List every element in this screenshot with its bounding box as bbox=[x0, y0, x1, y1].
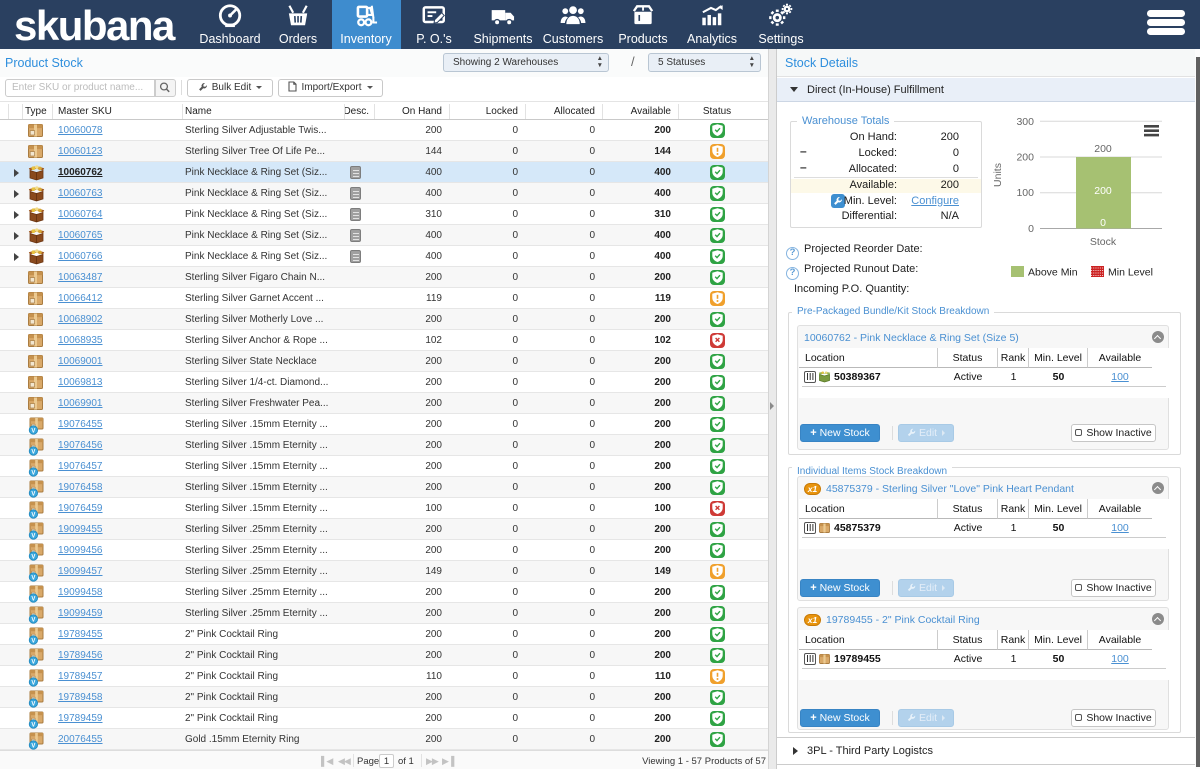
svg-text:0: 0 bbox=[1028, 223, 1034, 235]
svg-text:V: V bbox=[31, 513, 35, 519]
svg-text:V: V bbox=[31, 702, 35, 708]
svg-text:Min Level: Min Level bbox=[1108, 267, 1153, 279]
svg-text:V: V bbox=[31, 534, 35, 540]
svg-text:0: 0 bbox=[1100, 217, 1106, 229]
svg-text:V: V bbox=[31, 660, 35, 666]
svg-text:V: V bbox=[31, 681, 35, 687]
svg-text:V: V bbox=[31, 744, 35, 750]
svg-text:V: V bbox=[31, 597, 35, 603]
svg-text:200: 200 bbox=[1094, 185, 1112, 197]
svg-text:100: 100 bbox=[1016, 187, 1034, 199]
svg-text:Above Min: Above Min bbox=[1028, 267, 1078, 279]
svg-text:V: V bbox=[31, 450, 35, 456]
svg-text:V: V bbox=[31, 723, 35, 729]
svg-text:V: V bbox=[31, 576, 35, 582]
svg-text:200: 200 bbox=[1094, 143, 1112, 155]
svg-text:V: V bbox=[31, 471, 35, 477]
svg-text:V: V bbox=[31, 429, 35, 435]
svg-text:200: 200 bbox=[1016, 152, 1034, 164]
svg-text:V: V bbox=[31, 618, 35, 624]
svg-text:Units: Units bbox=[992, 163, 1004, 187]
svg-text:V: V bbox=[31, 639, 35, 645]
svg-text:Stock: Stock bbox=[1090, 236, 1117, 248]
svg-text:V: V bbox=[31, 555, 35, 561]
svg-text:V: V bbox=[31, 492, 35, 498]
svg-text:300: 300 bbox=[1016, 116, 1034, 128]
